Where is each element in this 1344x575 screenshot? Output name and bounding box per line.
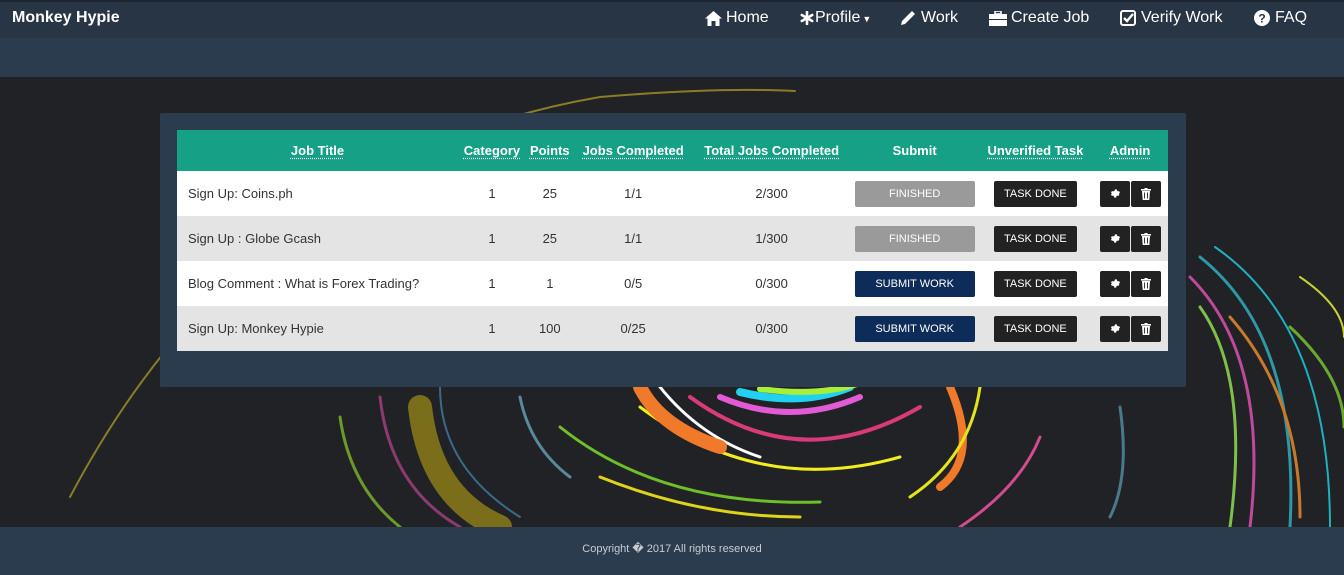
table-row: Sign Up: Monkey Hypie 1 100 0/25 0/300 SUBMIT… <box>177 306 1168 351</box>
footer: Copyright � 2017 All rights reserved <box>0 527 1344 575</box>
nav-home-label: Home <box>726 9 769 26</box>
category-cell: 1 <box>488 321 496 336</box>
table-header-row: Job Title Category Points Jobs Completed… <box>177 130 1168 171</box>
header-jobs-completed[interactable]: Jobs Completed <box>574 130 693 171</box>
category-cell: 1 <box>488 276 496 291</box>
submit-cell: FINISHED <box>851 171 979 216</box>
edit-job-button[interactable] <box>1099 270 1130 297</box>
job-title-cell: Sign Up: Monkey Hypie <box>188 321 324 336</box>
delete-job-button[interactable] <box>1130 180 1161 207</box>
task-done-button[interactable]: TASK DONE <box>993 315 1077 342</box>
gear-icon <box>1109 233 1121 244</box>
task-done-button[interactable]: TASK DONE <box>993 270 1077 297</box>
nav-create-job[interactable]: Create Job <box>989 9 1089 27</box>
check-square-icon <box>1120 10 1136 26</box>
job-title-cell: Sign Up: Coins.ph <box>188 186 293 201</box>
sub-header-bar <box>0 38 1344 77</box>
question-circle-icon: ? <box>1254 10 1270 26</box>
total-completed-cell: 2/300 <box>755 186 788 201</box>
gear-icon <box>1109 278 1121 289</box>
jobs-table: Job Title Category Points Jobs Completed… <box>177 130 1168 351</box>
total-completed-cell: 0/300 <box>755 321 788 336</box>
trash-icon <box>1140 232 1151 245</box>
header-points[interactable]: Points <box>526 130 574 171</box>
trash-icon <box>1140 187 1151 200</box>
edit-job-button[interactable] <box>1099 315 1130 342</box>
header-job-title[interactable]: Job Title <box>177 130 458 171</box>
header-unverified-task[interactable]: Unverified Task <box>979 130 1092 171</box>
submit-cell: SUBMIT WORK <box>851 306 979 351</box>
points-cell: 25 <box>542 231 558 246</box>
admin-cell <box>1092 261 1168 306</box>
trash-icon <box>1140 322 1151 335</box>
job-title-cell: Sign Up : Globe Gcash <box>188 231 321 246</box>
admin-cell <box>1092 216 1168 261</box>
nav-home[interactable]: Home <box>705 9 769 27</box>
delete-job-button[interactable] <box>1130 270 1161 297</box>
nav-create-job-label: Create Job <box>1011 9 1090 26</box>
nav-work[interactable]: Work <box>900 9 958 27</box>
nav-faq[interactable]: ? FAQ <box>1254 9 1307 27</box>
table-row: Blog Comment : What is Forex Trading? 1 1 0… <box>177 261 1168 306</box>
category-cell: 1 <box>488 186 496 201</box>
job-title-cell: Blog Comment : What is Forex Trading? <box>188 276 420 291</box>
submit-work-button[interactable]: SUBMIT WORK <box>854 315 975 342</box>
nav-faq-label: FAQ <box>1275 9 1308 26</box>
table-row: Sign Up : Globe Gcash 1 25 1/1 1/300 FINISHED… <box>177 216 1168 261</box>
unverified-task-cell: TASK DONE <box>979 171 1092 216</box>
admin-cell <box>1092 306 1168 351</box>
finished-button[interactable]: FINISHED <box>854 180 975 207</box>
briefcase-icon <box>989 10 1007 26</box>
nav-verify-work-label: Verify Work <box>1141 9 1223 26</box>
jobs-completed-cell: 1/1 <box>624 231 643 246</box>
task-done-button[interactable]: TASK DONE <box>993 225 1077 252</box>
admin-cell <box>1092 171 1168 216</box>
edit-job-button[interactable] <box>1099 180 1130 207</box>
nav-work-label: Work <box>921 9 959 26</box>
points-cell: 25 <box>542 186 558 201</box>
unverified-task-cell: TASK DONE <box>979 261 1092 306</box>
nav-profile-label: Profile <box>815 9 861 26</box>
svg-text:?: ? <box>1258 12 1265 26</box>
delete-job-button[interactable] <box>1130 225 1161 252</box>
jobs-completed-cell: 0/5 <box>624 276 643 291</box>
asterisk-icon <box>800 11 814 25</box>
points-cell: 1 <box>546 276 554 291</box>
header-admin[interactable]: Admin <box>1092 130 1168 171</box>
home-icon <box>705 10 722 26</box>
nav-verify-work[interactable]: Verify Work <box>1120 9 1223 27</box>
jobs-panel: Job Title Category Points Jobs Completed… <box>160 113 1186 387</box>
edit-job-button[interactable] <box>1099 225 1130 252</box>
jobs-completed-cell: 1/1 <box>624 186 643 201</box>
pencil-icon <box>901 11 915 25</box>
table-row: Sign Up: Coins.ph 1 25 1/1 2/300 FINISHED TASK… <box>177 171 1168 216</box>
points-cell: 100 <box>538 321 561 336</box>
unverified-task-cell: TASK DONE <box>979 306 1092 351</box>
task-done-button[interactable]: TASK DONE <box>993 180 1077 207</box>
jobs-completed-cell: 0/25 <box>620 321 646 336</box>
header-category[interactable]: Category <box>458 130 526 171</box>
main-nav: Home Profile ▼ Work Create Job Verify Wo… <box>0 2 1344 38</box>
copyright-text: Copyright � 2017 All rights reserved <box>582 543 762 555</box>
gear-icon <box>1109 188 1121 199</box>
nav-profile[interactable]: Profile ▼ <box>800 9 871 27</box>
submit-cell: FINISHED <box>851 216 979 261</box>
submit-work-button[interactable]: SUBMIT WORK <box>854 270 975 297</box>
delete-job-button[interactable] <box>1130 315 1161 342</box>
top-navbar: Monkey Hypie Home Profile ▼ Work Create … <box>0 0 1344 38</box>
unverified-task-cell: TASK DONE <box>979 216 1092 261</box>
trash-icon <box>1140 277 1151 290</box>
category-cell: 1 <box>488 231 496 246</box>
chevron-down-icon: ▼ <box>862 14 872 24</box>
total-completed-cell: 1/300 <box>755 231 788 246</box>
header-total-jobs-completed[interactable]: Total Jobs Completed <box>693 130 851 171</box>
total-completed-cell: 0/300 <box>755 276 788 291</box>
gear-icon <box>1109 323 1121 334</box>
finished-button[interactable]: FINISHED <box>854 225 975 252</box>
header-submit: Submit <box>892 143 937 158</box>
submit-cell: SUBMIT WORK <box>851 261 979 306</box>
